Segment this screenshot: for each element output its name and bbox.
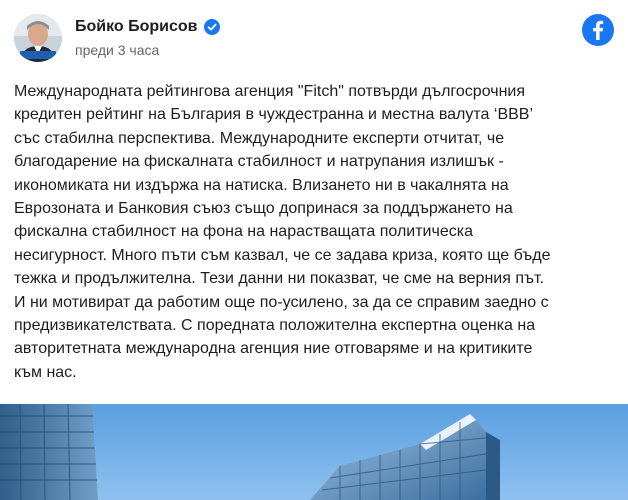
building-photo [0,404,628,500]
post-text-line: предизвикателствата. С поредната положит… [14,317,536,335]
post-text-line: Международната рейтингова агенция "Fitch… [14,83,526,100]
verified-badge-icon [203,19,220,35]
facebook-icon[interactable] [582,14,614,46]
post-text-line: благодарение на фискалната стабилност и … [14,153,504,171]
post-image[interactable] [0,404,628,500]
post-text-line: със стабилна перспектива. Международните… [14,129,505,147]
post-timestamp[interactable]: преди 3 часа [75,42,159,58]
post-text-line: И ни мотивират да работим още по-усилено… [14,293,549,311]
avatar-photo [14,14,62,62]
facebook-post: Бойко Борисов преди 3 часа Международнат… [0,0,628,500]
post-text-line: Еврозоната и Банковия съюз също допринас… [14,200,513,218]
post-text-line: икономиката ни издържа на натиска. Влиза… [14,176,509,194]
author-name-row[interactable]: Бойко Борисов [75,18,220,36]
post-text-line: кредитен рейтинг на България в чуждестра… [14,106,534,124]
post-header: Бойко Борисов преди 3 часа [0,0,628,70]
post-text-line: към нас. [14,363,77,381]
author-name[interactable]: Бойко Борисов [75,18,198,36]
post-text-line: несигурност. Много пъти съм казвал, че с… [14,246,551,264]
post-text-line: фискална стабилност на фона на нарастващ… [14,223,473,241]
author-avatar[interactable] [14,14,62,62]
post-body-text: Международната рейтингова агенция "Fitch… [14,80,618,384]
post-text-line: авторитетната международна агенция ние о… [14,340,533,358]
post-text-line: тежка и продължителна. Тези данни ни пок… [14,270,544,288]
